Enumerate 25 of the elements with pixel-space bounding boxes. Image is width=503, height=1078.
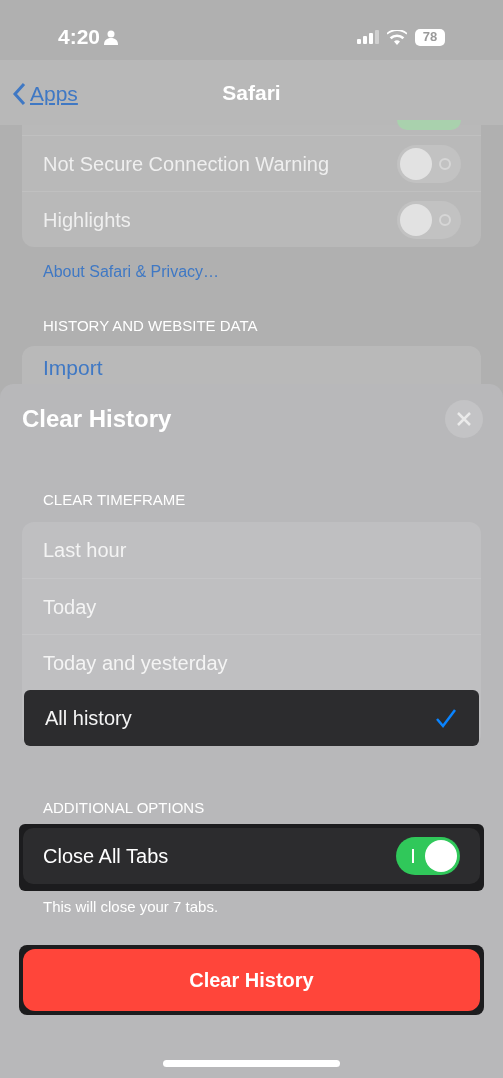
chevron-left-icon: [12, 81, 26, 106]
section-header: CLEAR TIMEFRAME: [43, 491, 186, 508]
toggle-switch[interactable]: [397, 144, 461, 183]
section-header: ADDITIONAL OPTIONS: [43, 799, 205, 816]
clear-history-button[interactable]: Clear History: [23, 949, 480, 1011]
timeframe-option[interactable]: All history: [24, 690, 479, 746]
close-icon: [456, 411, 472, 427]
page-title: Safari: [222, 79, 281, 106]
checkmark-icon: [435, 708, 457, 728]
toggle-label: Close All Tabs: [43, 844, 169, 869]
about-link[interactable]: About Safari & Privacy…: [43, 263, 220, 280]
toggle-switch[interactable]: [396, 837, 460, 875]
battery-indicator: 78: [415, 28, 445, 46]
import-link[interactable]: Import: [43, 356, 103, 379]
sheet-title: Clear History: [22, 404, 172, 434]
wifi-icon: [387, 29, 407, 45]
close-button[interactable]: [445, 400, 483, 438]
section-header: HISTORY AND WEBSITE DATA: [43, 317, 258, 334]
person-icon: [104, 29, 119, 45]
status-time: 4:20: [58, 24, 101, 51]
toggle-switch-edge: [397, 120, 461, 130]
back-button[interactable]: Apps: [12, 78, 78, 110]
toggle-switch[interactable]: [397, 200, 461, 239]
footnote: This will close your 7 tabs.: [43, 898, 219, 915]
signal-icon: [357, 30, 379, 44]
